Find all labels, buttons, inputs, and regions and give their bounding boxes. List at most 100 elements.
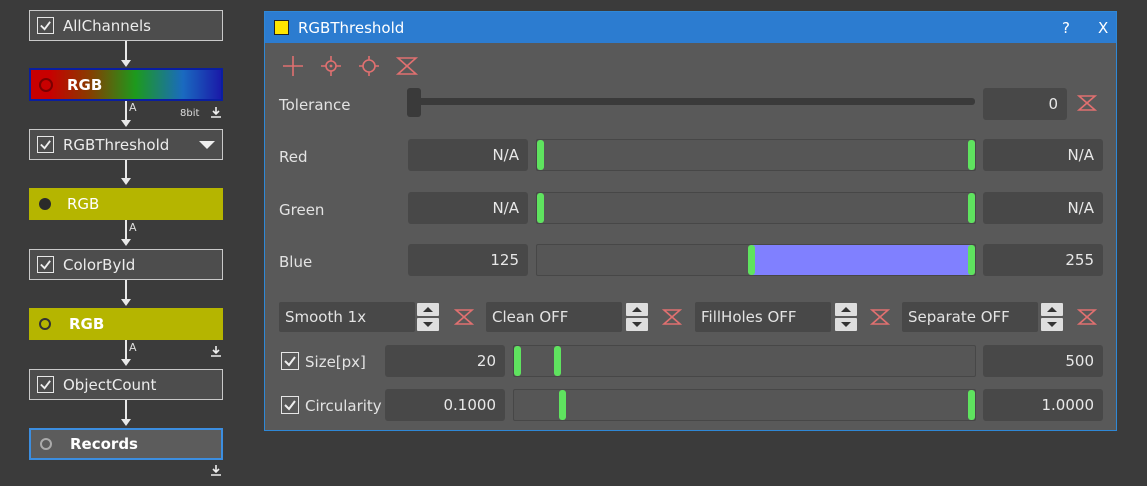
node-rgb-output[interactable]: RGB	[29, 188, 223, 220]
circularity-label: Circularity	[305, 397, 382, 415]
blue-range-slider[interactable]	[536, 244, 976, 276]
separate-spinbox[interactable]: Separate OFF	[902, 302, 1038, 332]
green-label: Green	[279, 201, 325, 219]
node-allchannels[interactable]: AllChannels	[29, 10, 223, 41]
node-records[interactable]: Records	[29, 428, 223, 460]
dialog-icon	[274, 20, 289, 35]
close-button[interactable]: X	[1098, 19, 1108, 37]
bit-depth-label: 8bit	[180, 108, 200, 119]
dialog-title: RGBThreshold	[298, 18, 405, 37]
red-label: Red	[279, 148, 308, 166]
connector	[125, 400, 127, 420]
node-status-icon	[40, 438, 52, 450]
node-label: RGB	[67, 75, 103, 94]
node-label: RGB	[67, 195, 100, 213]
connector-arrow	[121, 359, 131, 366]
tolerance-label: Tolerance	[279, 96, 351, 114]
blue-range-fill	[752, 245, 971, 275]
size-checkbox[interactable]	[281, 352, 299, 370]
circularity-checkbox[interactable]	[281, 396, 299, 414]
green-max-handle[interactable]	[968, 193, 975, 223]
green-min-handle[interactable]	[537, 193, 544, 223]
green-min-field[interactable]: N/A	[408, 192, 528, 224]
size-max-field[interactable]: 500	[983, 345, 1103, 377]
connector	[125, 220, 127, 240]
circularity-range-slider[interactable]	[513, 389, 976, 421]
clean-spinbox[interactable]: Clean OFF	[486, 302, 622, 332]
separate-reset-icon[interactable]	[1077, 307, 1097, 327]
fillholes-reset-icon[interactable]	[870, 307, 890, 327]
node-label: ColorById	[63, 255, 136, 274]
connector-arrow	[121, 120, 131, 127]
node-status-icon	[39, 318, 51, 330]
node-colorbyid[interactable]: ColorById	[29, 249, 223, 280]
node-checkbox[interactable]	[37, 376, 54, 393]
red-max-handle[interactable]	[968, 140, 975, 170]
connector	[125, 280, 127, 300]
fillholes-spinbox[interactable]: FillHoles OFF	[695, 302, 831, 332]
circularity-max-field[interactable]: 1.0000	[983, 389, 1103, 421]
node-checkbox[interactable]	[37, 136, 54, 153]
node-rgbthreshold[interactable]: RGBThreshold	[29, 129, 223, 160]
node-checkbox[interactable]	[37, 17, 54, 34]
download-icon[interactable]	[210, 345, 222, 357]
clean-reset-icon[interactable]	[662, 307, 682, 327]
green-max-field[interactable]: N/A	[983, 192, 1103, 224]
reset-icon[interactable]	[395, 54, 419, 78]
chevron-down-icon[interactable]	[199, 140, 215, 149]
red-range-slider[interactable]	[536, 139, 976, 171]
node-label: RGBThreshold	[63, 135, 170, 154]
blue-min-field[interactable]: 125	[408, 244, 528, 276]
tolerance-slider-track[interactable]	[409, 98, 975, 105]
blue-label: Blue	[279, 253, 313, 271]
blue-min-handle[interactable]	[748, 245, 755, 275]
size-range-slider[interactable]	[513, 345, 976, 377]
separate-spin-buttons[interactable]	[1041, 303, 1063, 331]
connector	[125, 101, 127, 121]
smooth-reset-icon[interactable]	[454, 307, 474, 327]
circularity-min-handle[interactable]	[559, 390, 566, 420]
connector-arrow	[121, 60, 131, 67]
blue-max-field[interactable]: 255	[983, 244, 1103, 276]
size-min-handle[interactable]	[514, 346, 521, 376]
red-min-handle[interactable]	[537, 140, 544, 170]
node-checkbox[interactable]	[37, 256, 54, 273]
node-label: Records	[70, 435, 138, 453]
connector-arrow	[121, 299, 131, 306]
clean-spin-buttons[interactable]	[626, 303, 648, 331]
tolerance-slider-handle[interactable]	[407, 88, 421, 117]
size-label: Size[px]	[305, 353, 366, 371]
size-max-handle[interactable]	[554, 346, 561, 376]
red-max-field[interactable]: N/A	[983, 139, 1103, 171]
crosshair-point-icon[interactable]	[319, 54, 343, 78]
smooth-spin-buttons[interactable]	[417, 303, 439, 331]
node-objectcount[interactable]: ObjectCount	[29, 369, 223, 400]
node-label: ObjectCount	[63, 375, 157, 394]
help-button[interactable]: ?	[1062, 19, 1070, 37]
download-icon[interactable]	[210, 464, 222, 476]
connector	[125, 41, 127, 61]
rgbthreshold-dialog: RGBThreshold ? X Tolerance 0 Red N/A N/A…	[264, 11, 1117, 431]
download-icon[interactable]	[210, 106, 222, 118]
connector-arrow	[121, 239, 131, 246]
circularity-max-handle[interactable]	[968, 390, 975, 420]
blue-max-handle[interactable]	[968, 245, 975, 275]
node-status-icon	[39, 198, 51, 210]
connector	[125, 340, 127, 360]
red-min-field[interactable]: N/A	[408, 139, 528, 171]
smooth-spinbox[interactable]: Smooth 1x	[279, 302, 415, 332]
dialog-titlebar[interactable]: RGBThreshold ? X	[265, 12, 1116, 43]
dialog-toolbar	[281, 54, 419, 78]
circularity-min-field[interactable]: 0.1000	[385, 389, 505, 421]
crosshair-target-icon[interactable]	[357, 54, 381, 78]
tolerance-value[interactable]: 0	[983, 88, 1067, 120]
port-label: A	[129, 221, 137, 234]
node-rgb-colored[interactable]: RGB	[29, 308, 223, 340]
node-rgb-image[interactable]: RGB	[29, 68, 223, 101]
crosshair-add-icon[interactable]	[281, 54, 305, 78]
green-range-slider[interactable]	[536, 192, 976, 224]
size-min-field[interactable]: 20	[385, 345, 505, 377]
fillholes-spin-buttons[interactable]	[835, 303, 857, 331]
connector-arrow	[121, 419, 131, 426]
tolerance-reset-icon[interactable]	[1077, 93, 1097, 113]
